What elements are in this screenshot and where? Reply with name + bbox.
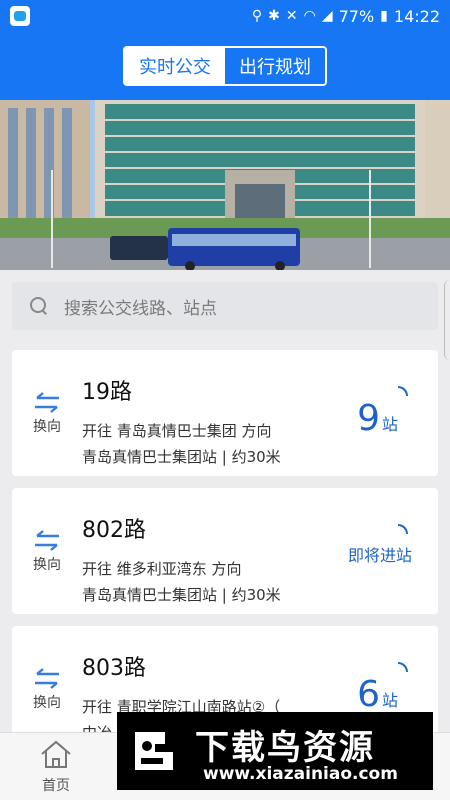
- watermark-overlay: 下载鸟资源 www.xiazainiao.com: [117, 712, 433, 790]
- route-name: 19路: [82, 380, 132, 405]
- swap-arrows-icon: [35, 530, 59, 551]
- search-placeholder: 搜索公交线路、站点: [64, 298, 217, 319]
- swap-arrows-icon: [35, 392, 59, 413]
- app-notification-icon: [10, 6, 30, 26]
- route-name: 802路: [82, 518, 146, 543]
- swap-label: 换向: [33, 557, 61, 573]
- mode-switch: 实时公交 出行规划: [123, 46, 327, 86]
- tab-trip-planning[interactable]: 出行规划: [225, 48, 325, 84]
- watermark-title: 下载鸟资源: [195, 728, 375, 768]
- signal-icon: ◢: [321, 8, 333, 24]
- bird-logo-icon: [135, 732, 173, 770]
- bluetooth-icon: ✱: [268, 8, 280, 24]
- clock: 14:22: [393, 6, 440, 26]
- stops-unit: 站: [381, 691, 398, 710]
- watermark-url: www.xiazainiao.com: [203, 764, 398, 784]
- swap-direction-button[interactable]: 换向: [32, 668, 62, 712]
- route-card[interactable]: 换向 19路 开往 青岛真情巴士集团 方向 青岛真情巴士集团站 | 约30米 9…: [12, 350, 438, 476]
- home-icon: [41, 740, 71, 768]
- location-icon: ⚲: [251, 8, 263, 24]
- stops-unit: 站: [381, 415, 398, 434]
- refresh-icon: [398, 386, 408, 396]
- stops-count: 6: [357, 674, 380, 715]
- nearest-station: 青岛真情巴士集团站 | 约30米: [82, 586, 281, 604]
- mute-icon: ✕: [285, 8, 298, 24]
- search-icon: [30, 297, 48, 315]
- search-bar[interactable]: 搜索公交线路、站点: [12, 282, 438, 330]
- swap-direction-button[interactable]: 换向: [32, 392, 62, 436]
- route-card[interactable]: 换向 802路 开往 维多利亚湾东 方向 青岛真情巴士集团站 | 约30米 即将…: [12, 488, 438, 614]
- tab-realtime-bus[interactable]: 实时公交: [125, 48, 225, 84]
- nearest-station: 青岛真情巴士集团站 | 约30米: [82, 448, 281, 466]
- battery-icon: ▮: [380, 8, 388, 24]
- refresh-icon: [398, 524, 408, 534]
- scroll-indicator: [444, 280, 450, 360]
- swap-label: 换向: [33, 695, 61, 711]
- stops-away: 9 站: [357, 398, 398, 439]
- swap-arrows-icon: [35, 668, 59, 689]
- status-bar: ⚲ ✱ ✕ ◠ ◢ 77% ▮ 14:22: [0, 0, 450, 32]
- tab-home-label: 首页: [42, 778, 70, 794]
- stops-count: 9: [357, 398, 380, 439]
- arrival-status: 即将进站: [347, 546, 412, 565]
- app-header: 实时公交 出行规划: [0, 32, 450, 100]
- route-name: 803路: [82, 656, 146, 681]
- route-direction: 开往 维多利亚湾东 方向: [82, 560, 242, 578]
- swap-label: 换向: [33, 419, 61, 435]
- tab-home[interactable]: 首页: [36, 739, 76, 795]
- route-direction: 开往 青岛真情巴士集团 方向: [82, 422, 272, 440]
- refresh-icon: [398, 662, 408, 672]
- stops-away: 6 站: [357, 674, 398, 715]
- wifi-icon: ◠: [303, 8, 316, 24]
- battery-level: 77%: [338, 6, 375, 26]
- swap-direction-button[interactable]: 换向: [32, 530, 62, 574]
- city-bus-illustration: [0, 100, 450, 270]
- banner-image[interactable]: [0, 100, 450, 270]
